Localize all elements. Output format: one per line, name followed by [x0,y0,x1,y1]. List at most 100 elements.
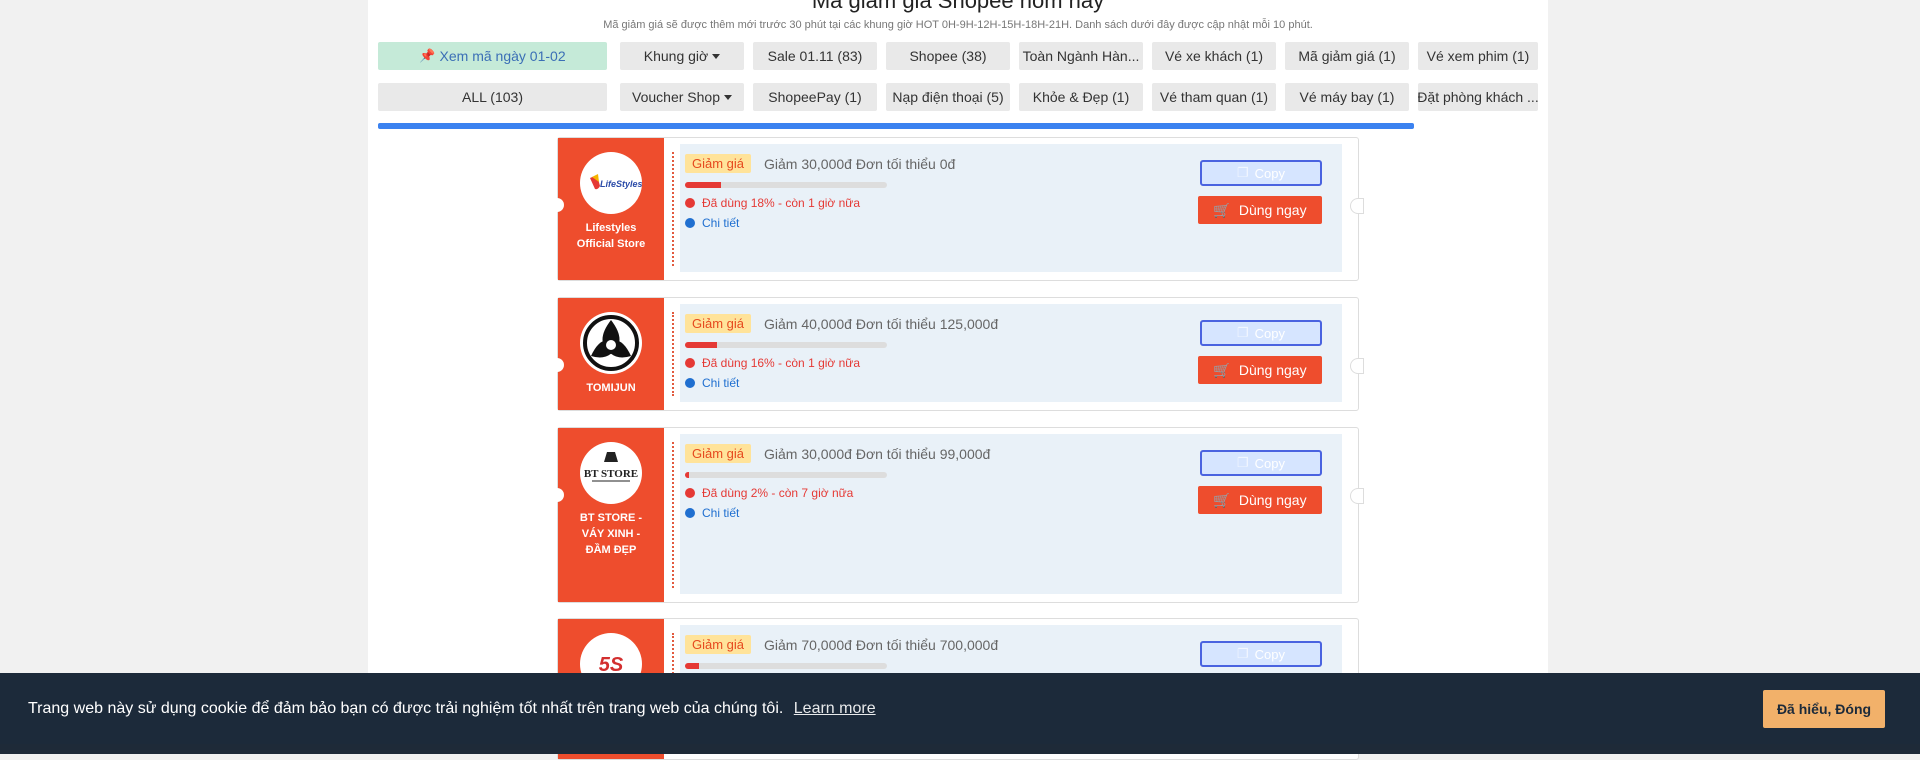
copy-icon: ❐ [1236,646,1249,661]
copy-label: Copy [1254,325,1285,341]
usage-bar-fill [685,182,722,188]
detail-link[interactable]: Chi tiết [685,376,739,390]
shop-name: BT STORE - VÁY XINH - ĐẦM ĐẸP [579,512,643,556]
copy-icon: ❐ [1236,325,1249,340]
svg-text:BT STORE: BT STORE [584,468,638,480]
ticket-divider [672,152,674,266]
detail-text: Chi tiết [702,506,740,520]
info-icon [685,508,695,518]
filter-view-date-button[interactable]: 📌 Xem mã ngày 01-02 [378,42,607,70]
filter-shopeepay-button[interactable]: ShopeePay (1) [753,83,877,111]
coupon-tag: Giảm giá [685,154,752,173]
filter-khoe-dep-button[interactable]: Khỏe & Đẹp (1) [1019,83,1143,111]
copy-button[interactable]: ❐ Copy [1200,641,1322,667]
cookie-message: Trang web này sử dụng cookie để đảm bảo … [28,700,876,718]
detail-link[interactable]: Chi tiết [685,216,739,230]
filter-time-slot-dropdown[interactable]: Khung giờ [620,42,744,70]
shop-logo [580,312,642,374]
bt-store-logo-icon: BT STORE [584,452,638,482]
ticket-notch [1350,358,1364,374]
svg-text:LifeStyles: LifeStyles [600,179,642,189]
coupon-description: Giảm 70,000đ Đơn tối thiểu 700,000đ [764,637,999,653]
coupon-tag: Giảm giá [685,635,752,654]
usage-status: Đã dùng 18% - còn 1 giờ nữa [685,196,860,210]
filter-label: Khung giờ [643,48,709,64]
copy-button[interactable]: ❐ Copy [1200,160,1322,186]
page-subtitle: Mã giảm giá sẽ được thêm mới trước 30 ph… [603,19,1313,31]
os-taskbar [0,744,1920,754]
copy-icon: ❐ [1236,455,1249,470]
coupon-body: Giảm giá Giảm 30,000đ Đơn tối thiểu 0đ Đ… [680,144,1342,272]
coupon-description: Giảm 30,000đ Đơn tối thiểu 0đ [764,156,956,172]
filter-shopee-button[interactable]: Shopee (38) [886,42,1010,70]
coupon-tag: Giảm giá [685,444,752,463]
usage-status: Đã dùng 16% - còn 1 giờ nữa [685,356,860,370]
cart-icon: 🛒 [1213,201,1231,218]
filter-ve-xe-khach-button[interactable]: Vé xe khách (1) [1152,42,1276,70]
detail-text: Chi tiết [702,216,740,230]
filter-toan-nganh-button[interactable]: Toàn Ngành Hàn... [1019,42,1143,70]
cookie-text: Trang web này sử dụng cookie để đảm bảo … [28,700,784,717]
filter-all-button[interactable]: ALL (103) [378,83,607,111]
shop-logo: BT STORE [580,442,642,504]
cookie-accept-button[interactable]: Đã hiểu, Đóng [1763,690,1885,728]
use-now-button[interactable]: 🛒 Dùng ngay [1198,196,1322,224]
coupon-shop-panel: TOMIJUN [558,298,664,410]
usage-text: Đã dùng 16% - còn 1 giờ nữa [702,356,860,370]
clock-icon [685,198,695,208]
detail-link[interactable]: Chi tiết [685,506,739,520]
filter-dat-phong-button[interactable]: Đặt phòng khách ... [1418,83,1538,111]
loading-progress-bar [378,123,1414,129]
usage-text: Đã dùng 18% - còn 1 giờ nữa [702,196,860,210]
usage-bar-fill [685,342,718,348]
cart-icon: 🛒 [1213,491,1231,508]
use-now-button[interactable]: 🛒 Dùng ngay [1198,356,1322,384]
caret-down-icon [712,53,721,59]
use-now-label: Dùng ngay [1238,202,1307,218]
clock-icon [685,358,695,368]
shop-logo: LifeStyles [580,152,642,214]
detail-text: Chi tiết [702,376,740,390]
usage-bar [685,182,887,188]
coupon-card: BT STORE BT STORE - VÁY XINH - ĐẦM ĐẸP G… [552,427,1364,603]
coupon-description: Giảm 40,000đ Đơn tối thiểu 125,000đ [764,316,999,332]
usage-bar [685,342,887,348]
coupon-shop-panel: LifeStyles Lifestyles Official Store [558,138,664,280]
filter-ma-giam-gia-button[interactable]: Mã giảm giá (1) [1285,42,1409,70]
ticket-divider [672,312,674,396]
use-now-label: Dùng ngay [1238,362,1307,378]
filter-ve-tham-quan-button[interactable]: Vé tham quan (1) [1152,83,1276,111]
copy-label: Copy [1254,165,1285,181]
page-title: Mã giảm giá Shopee hôm nay [811,0,1105,13]
pin-icon: 📌 [419,48,436,63]
ticket-divider [672,442,674,588]
ticket-notch [1350,198,1364,214]
cart-icon: 🛒 [1213,361,1231,378]
usage-bar [685,472,887,478]
info-icon [685,218,695,228]
info-icon [685,378,695,388]
usage-bar-fill [685,663,700,669]
shop-name: TOMIJUN [586,382,636,394]
use-now-button[interactable]: 🛒 Dùng ngay [1198,486,1322,514]
coupon-body: Giảm giá Giảm 40,000đ Đơn tối thiểu 125,… [680,304,1342,402]
filter-ve-xem-phim-button[interactable]: Vé xem phim (1) [1418,42,1538,70]
coupon-body: Giảm giá Giảm 30,000đ Đơn tối thiểu 99,0… [680,434,1342,594]
learn-more-link[interactable]: Learn more [794,700,876,717]
use-now-label: Dùng ngay [1238,492,1307,508]
coupon-card: TOMIJUN Giảm giá Giảm 40,000đ Đơn tối th… [552,297,1364,411]
ticket-notch [1350,488,1364,504]
copy-button[interactable]: ❐ Copy [1200,320,1322,346]
copy-icon: ❐ [1236,165,1249,180]
lifestyles-logo-icon: LifeStyles [590,174,642,190]
copy-button[interactable]: ❐ Copy [1200,450,1322,476]
coupon-shop-panel: BT STORE BT STORE - VÁY XINH - ĐẦM ĐẸP [558,428,664,602]
filter-nap-dien-thoai-button[interactable]: Nạp điện thoại (5) [886,83,1010,111]
clock-icon [685,488,695,498]
cookie-banner: Trang web này sử dụng cookie để đảm bảo … [0,673,1920,754]
filter-ve-may-bay-button[interactable]: Vé máy bay (1) [1285,83,1409,111]
caret-down-icon [723,94,732,100]
filter-sale-button[interactable]: Sale 01.11 (83) [753,42,877,70]
filter-voucher-shop-dropdown[interactable]: Voucher Shop [620,83,744,111]
usage-status: Đã dùng 2% - còn 7 giờ nữa [685,486,853,500]
